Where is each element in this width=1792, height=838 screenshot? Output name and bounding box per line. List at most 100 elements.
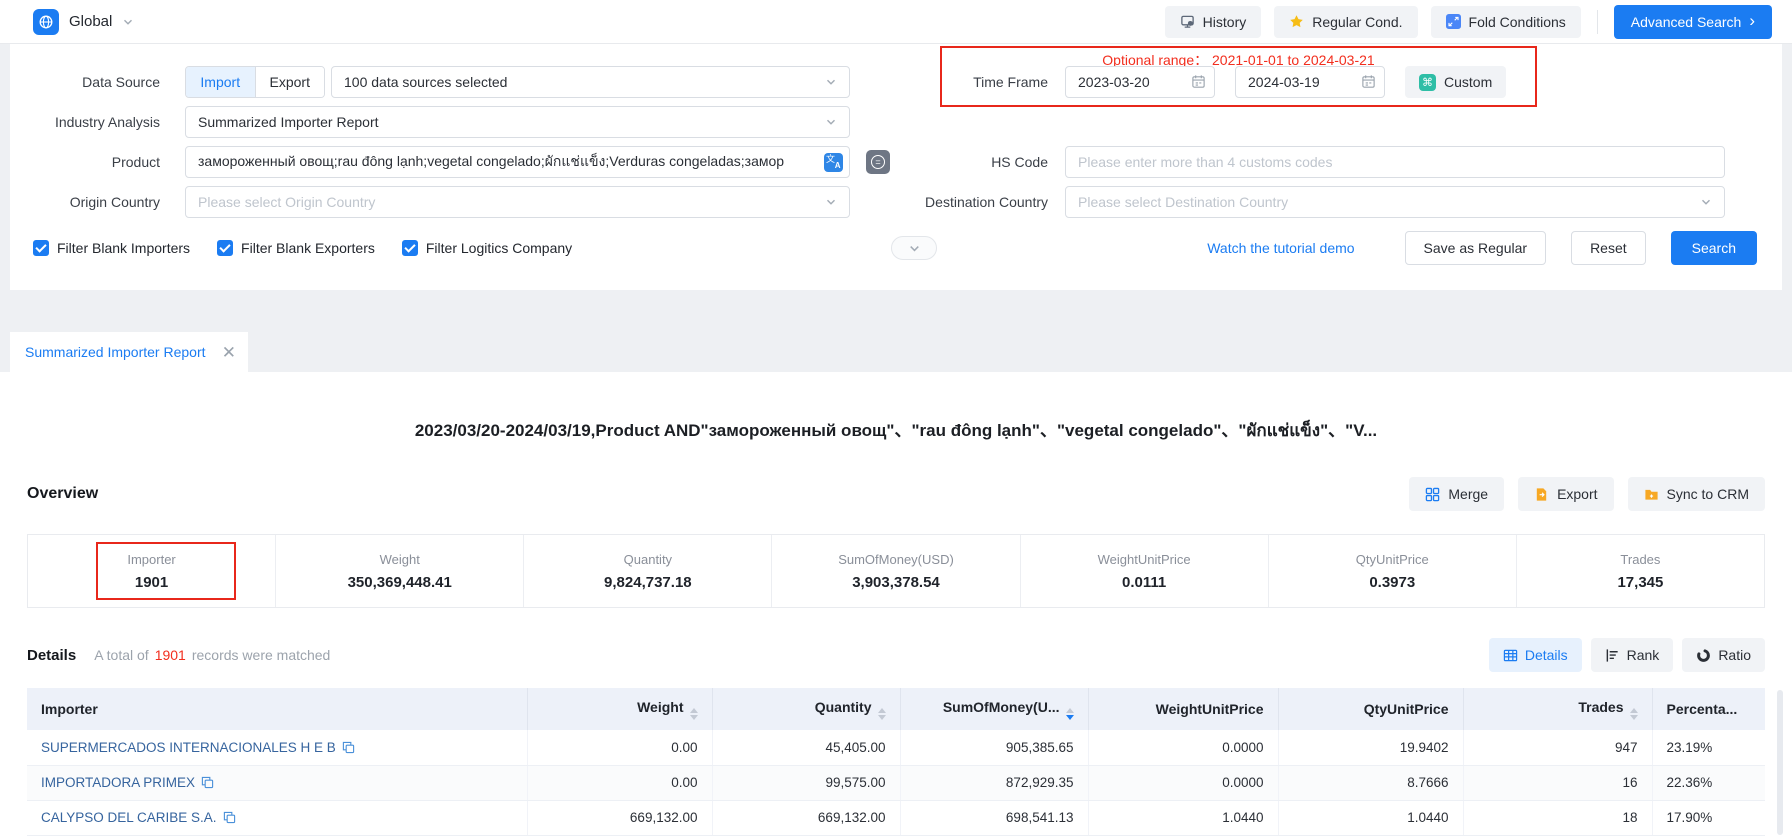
globe-icon [33, 9, 59, 35]
col-trades[interactable]: Trades [1463, 688, 1652, 730]
export-button[interactable]: Export [1518, 477, 1613, 511]
history-button[interactable]: History [1165, 6, 1262, 38]
col-weight[interactable]: Weight [527, 688, 712, 730]
chevron-down-icon [908, 242, 921, 255]
translate-icon[interactable]: 文A [824, 153, 843, 172]
weight-cell: 669,132.00 [527, 800, 712, 835]
regular-cond-label: Regular Cond. [1312, 14, 1402, 30]
folder-sync-icon [1644, 487, 1659, 502]
destination-country-select[interactable]: Please select Destination Country [1065, 186, 1725, 218]
stat-label: Weight [380, 552, 420, 567]
sync-to-crm-label: Sync to CRM [1667, 486, 1749, 502]
view-ratio-label: Ratio [1718, 647, 1751, 663]
fold-icon [1446, 14, 1461, 29]
view-ratio-button[interactable]: Ratio [1682, 638, 1765, 672]
col-label: Percenta... [1667, 701, 1738, 717]
filter-logistics-checkbox[interactable]: Filter Logitics Company [402, 240, 572, 256]
end-date-input[interactable] [1235, 66, 1385, 98]
custom-icon: ⌘ [1419, 74, 1436, 91]
weight-cell: 0.00 [527, 765, 712, 800]
region-label: Global [69, 13, 112, 30]
match-mode-icon[interactable]: = [866, 150, 890, 174]
stat-value: 0.0111 [1122, 574, 1166, 591]
search-button[interactable]: Search [1671, 231, 1757, 265]
merge-button[interactable]: Merge [1409, 477, 1504, 511]
col-sum-of-money[interactable]: SumOfMoney(U... [900, 688, 1088, 730]
importer-name[interactable]: SUPERMERCADOS INTERNACIONALES H E B [41, 740, 336, 755]
tab-title: Summarized Importer Report [25, 344, 222, 360]
history-label: History [1203, 14, 1247, 30]
reset-button[interactable]: Reset [1571, 231, 1646, 265]
hs-code-input[interactable] [1065, 146, 1725, 178]
quantity-cell: 669,132.00 [712, 800, 900, 835]
advanced-search-button[interactable]: Advanced Search › [1614, 5, 1772, 39]
sort-icon[interactable] [690, 708, 698, 720]
product-input[interactable] [185, 146, 850, 178]
tutorial-link[interactable]: Watch the tutorial demo [1207, 240, 1354, 256]
export-tab[interactable]: Export [255, 67, 325, 97]
importer-name[interactable]: CALYPSO DEL CARIBE S.A. [41, 810, 217, 825]
data-sources-select[interactable]: 100 data sources selected [331, 66, 850, 98]
overview-title: Overview [27, 485, 98, 503]
stat-importer: Importer 1901 [28, 535, 275, 607]
donut-icon [1696, 648, 1711, 663]
sort-icon[interactable] [1630, 708, 1638, 720]
regular-cond-button[interactable]: Regular Cond. [1274, 6, 1417, 38]
sum-cell: 698,541.13 [900, 800, 1088, 835]
table-icon [1503, 648, 1518, 663]
save-as-regular-button[interactable]: Save as Regular [1405, 231, 1547, 265]
report-content: 2023/03/20-2024/03/19,Product AND"заморо… [0, 372, 1792, 838]
hs-code-label: HS Code [898, 154, 1048, 170]
trades-cell: 16 [1463, 765, 1652, 800]
col-quantity[interactable]: Quantity [712, 688, 900, 730]
sort-icon[interactable] [878, 708, 886, 720]
tab-summarized-importer-report[interactable]: Summarized Importer Report ✕ [10, 332, 248, 372]
stat-label: Importer [127, 552, 175, 567]
importer-cell[interactable]: SUPERMERCADOS INTERNACIONALES H E B [27, 730, 527, 765]
sync-to-crm-button[interactable]: Sync to CRM [1628, 477, 1765, 511]
view-details-button[interactable]: Details [1489, 638, 1582, 672]
origin-country-select[interactable]: Please select Origin Country [185, 186, 850, 218]
col-label: WeightUnitPrice [1156, 701, 1264, 717]
importer-cell[interactable]: CALYPSO DEL CARIBE S.A. [27, 800, 527, 835]
stat-label: Trades [1620, 552, 1660, 567]
fold-conditions-button[interactable]: Fold Conditions [1431, 6, 1581, 38]
search-actions: Watch the tutorial demo Save as Regular … [1207, 231, 1782, 265]
filter-blank-importers-checkbox[interactable]: Filter Blank Importers [33, 240, 190, 256]
start-date-input[interactable] [1065, 66, 1215, 98]
stat-quantity: Quantity 9,824,737.18 [523, 535, 771, 607]
destination-country-placeholder: Please select Destination Country [1078, 194, 1700, 210]
copy-icon[interactable] [201, 776, 214, 789]
checkbox-checked-icon [217, 240, 233, 256]
custom-timeframe-button[interactable]: ⌘ Custom [1405, 66, 1506, 98]
form-row-product: Product 文A = HS Code [10, 146, 1782, 178]
details-header: Details A total of 1901 records were mat… [27, 638, 1765, 672]
sort-icon-active-desc[interactable] [1066, 708, 1074, 720]
importer-name[interactable]: IMPORTADORA PRIMEX [41, 775, 195, 790]
copy-icon[interactable] [342, 741, 355, 754]
rank-icon [1605, 648, 1620, 663]
quantity-cell: 45,405.00 [712, 730, 900, 765]
filter-blank-exporters-checkbox[interactable]: Filter Blank Exporters [217, 240, 375, 256]
stat-label: WeightUnitPrice [1098, 552, 1191, 567]
col-qty-unit-price: QtyUnitPrice [1278, 688, 1463, 730]
form-row-industry: Industry Analysis Summarized Importer Re… [10, 106, 1782, 138]
region-switcher[interactable]: Global [33, 9, 134, 35]
copy-icon[interactable] [223, 811, 236, 824]
search-panel: Optional range： 2021-01-01 to 2024-03-21… [10, 44, 1782, 290]
col-percentage: Percenta... [1652, 688, 1765, 730]
import-tab[interactable]: Import [186, 67, 255, 97]
view-rank-button[interactable]: Rank [1591, 638, 1674, 672]
tab-band: Summarized Importer Report ✕ [0, 290, 1792, 372]
collapse-conditions-button[interactable] [891, 236, 937, 260]
industry-analysis-select[interactable]: Summarized Importer Report [185, 106, 850, 138]
stat-weight: Weight 350,369,448.41 [275, 535, 523, 607]
close-icon[interactable]: ✕ [222, 344, 236, 361]
export-label: Export [1557, 486, 1597, 502]
scrollbar[interactable] [1777, 690, 1783, 835]
importer-cell[interactable]: IMPORTADORA PRIMEX [27, 765, 527, 800]
form-row-country: Origin Country Please select Origin Coun… [10, 186, 1782, 218]
advanced-search-label: Advanced Search [1631, 14, 1742, 30]
stat-value: 350,369,448.41 [348, 574, 452, 591]
sum-cell: 905,385.65 [900, 730, 1088, 765]
